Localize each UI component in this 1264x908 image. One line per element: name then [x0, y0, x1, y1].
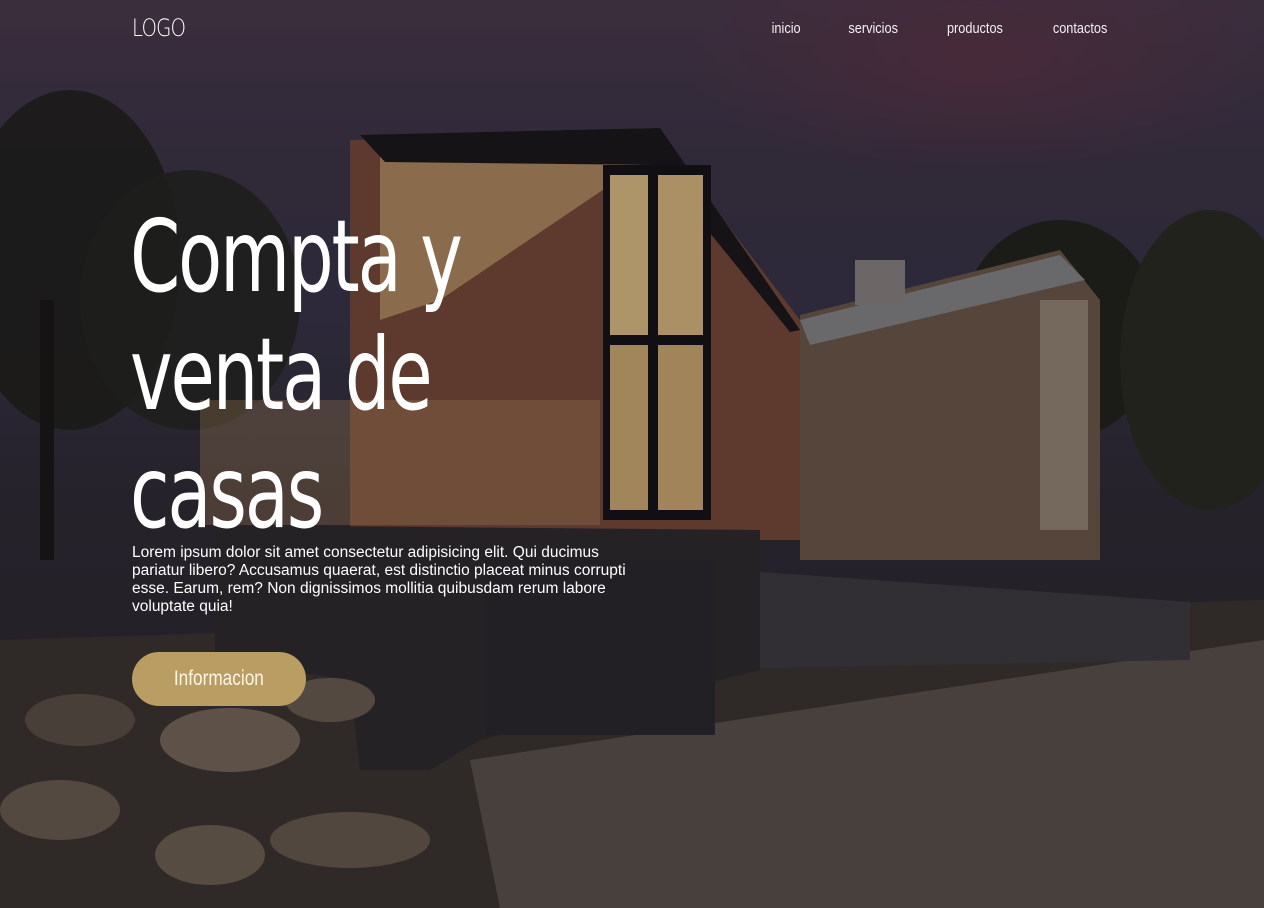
nav-link-servicios[interactable]: servicios	[848, 20, 898, 37]
hero-title: Compta y venta de casas	[130, 198, 463, 551]
informacion-button[interactable]: Informacion	[132, 652, 306, 706]
nav-item-contactos: contactos	[1048, 20, 1112, 38]
nav-link-inicio[interactable]: inicio	[772, 20, 801, 37]
nav-item-productos: productos	[942, 20, 1008, 38]
logo[interactable]: LOGO	[132, 14, 186, 42]
hero-section: LOGO inicio servicios productos contacto…	[0, 0, 1264, 908]
hero-description: Lorem ipsum dolor sit amet consectetur a…	[132, 544, 626, 615]
top-navigation: LOGO inicio servicios productos contacto…	[0, 0, 1264, 60]
nav-link-contactos[interactable]: contactos	[1053, 20, 1108, 37]
nav-link-productos[interactable]: productos	[947, 20, 1003, 37]
informacion-button-label: Informacion	[174, 667, 264, 690]
nav-item-servicios: servicios	[844, 20, 902, 38]
nav-item-inicio: inicio	[769, 20, 803, 38]
nav-menu: inicio servicios productos contactos	[769, 20, 1112, 38]
